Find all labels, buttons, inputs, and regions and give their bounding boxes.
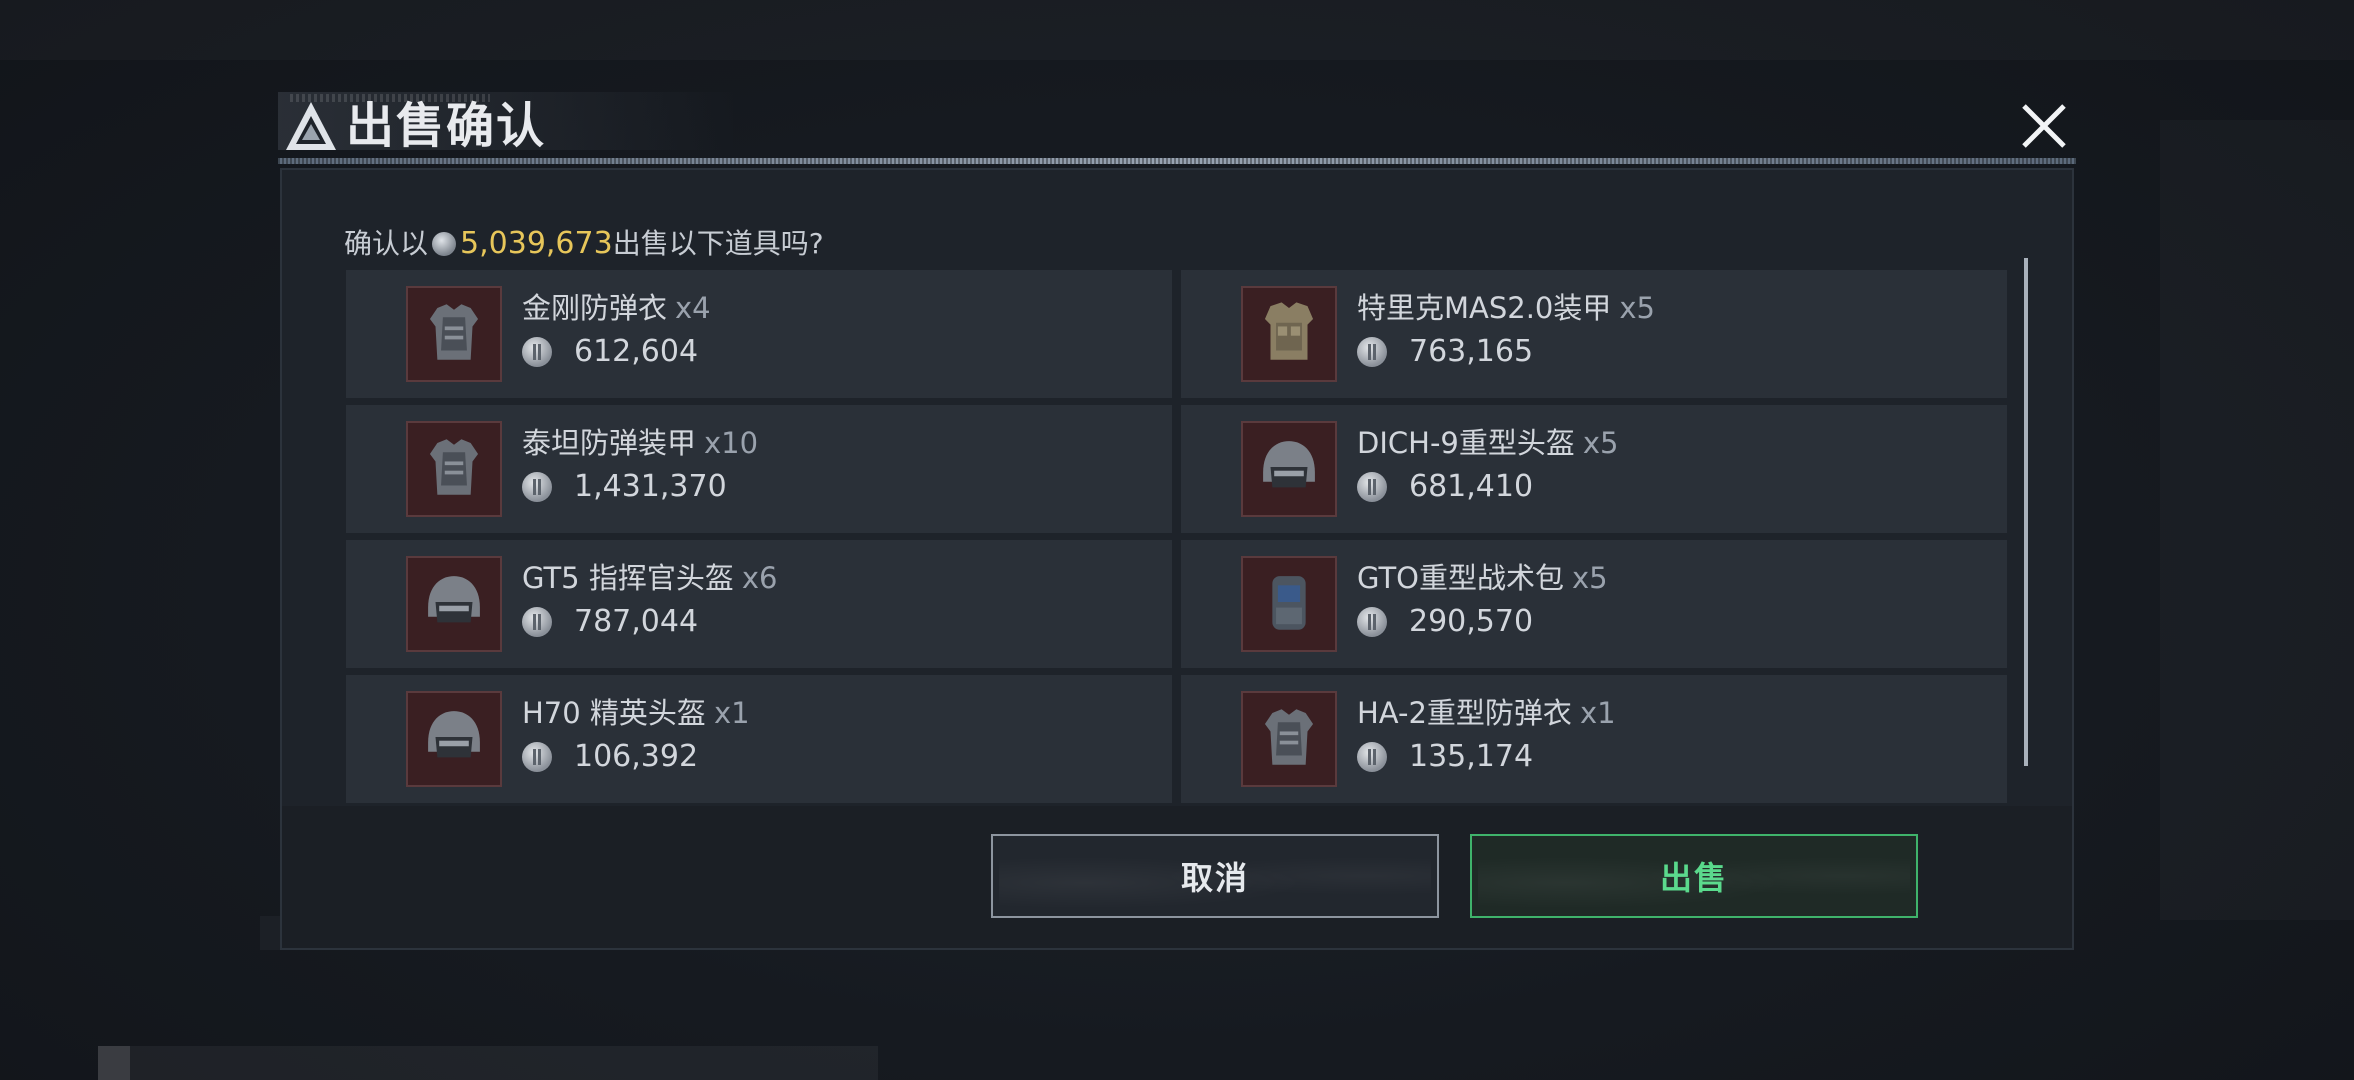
- item-thumbnail: [1241, 691, 1337, 787]
- item-name-text: 特里克MAS2.0装甲: [1357, 291, 1612, 325]
- item-name: H70 精英头盔 x1: [522, 695, 750, 731]
- dialog-title: 出售确认: [346, 98, 547, 154]
- sell-list-item[interactable]: 泰坦防弹装甲 x10 1,431,370: [346, 405, 1172, 533]
- prompt-prefix: 确认以: [344, 227, 429, 260]
- close-icon[interactable]: [2018, 100, 2070, 152]
- item-thumbnail: [1241, 286, 1337, 382]
- currency-coin-icon: [522, 337, 552, 367]
- item-name-text: DICH-9重型头盔: [1357, 426, 1575, 460]
- bottom-status-bar: [98, 1046, 878, 1080]
- background-right: [2160, 120, 2354, 920]
- list-scrollbar[interactable]: [2024, 258, 2028, 766]
- item-name: HA-2重型防弹衣 x1: [1357, 695, 1616, 731]
- sell-item-list[interactable]: 金刚防弹衣 x4 612,604 特里克MAS2.0装甲 x5 763,165 泰坦防弹装甲…: [346, 270, 2026, 868]
- body-armor-icon: [417, 295, 491, 373]
- item-price: 135,174: [1357, 739, 1533, 775]
- helmet-icon: [417, 565, 491, 643]
- currency-coin-icon: [1357, 742, 1387, 772]
- currency-coin-icon: [522, 472, 552, 502]
- item-price-value: 787,044: [574, 604, 699, 639]
- game-logo-icon: [286, 102, 336, 150]
- item-name: 泰坦防弹装甲 x10: [522, 425, 758, 461]
- item-price-value: 290,570: [1409, 604, 1534, 639]
- item-thumbnail: [406, 286, 502, 382]
- item-price: 681,410: [1357, 469, 1533, 505]
- cancel-button[interactable]: 取消: [991, 834, 1439, 918]
- sell-list-item[interactable]: GTO重型战术包 x5 290,570: [1181, 540, 2007, 668]
- currency-coin-icon: [522, 742, 552, 772]
- sell-prompt: 确认以 5,039,673出售以下道具吗?: [344, 226, 824, 262]
- helmet-icon: [417, 700, 491, 778]
- currency-coin-icon: [1357, 607, 1387, 637]
- item-price-value: 135,174: [1409, 739, 1534, 774]
- item-price: 763,165: [1357, 334, 1533, 370]
- item-name: 特里克MAS2.0装甲 x5: [1357, 290, 1655, 326]
- item-thumbnail: [1241, 421, 1337, 517]
- sell-list-item[interactable]: DICH-9重型头盔 x5 681,410: [1181, 405, 2007, 533]
- helmet-icon: [1252, 430, 1326, 508]
- prompt-suffix: 出售以下道具吗?: [612, 227, 824, 260]
- item-name-text: HA-2重型防弹衣: [1357, 696, 1572, 730]
- item-quantity: x4: [675, 291, 711, 325]
- backpack-icon: [1252, 565, 1326, 643]
- item-price-value: 612,604: [574, 334, 699, 369]
- item-price-value: 763,165: [1409, 334, 1534, 369]
- item-name: GT5 指挥官头盔 x6: [522, 560, 777, 596]
- item-name: GTO重型战术包 x5: [1357, 560, 1608, 596]
- item-name-text: GTO重型战术包: [1357, 561, 1564, 595]
- body-armor-icon: [417, 430, 491, 508]
- item-price: 290,570: [1357, 604, 1533, 640]
- item-name-text: 泰坦防弹装甲: [522, 426, 697, 460]
- scrollbar-thumb[interactable]: [2024, 258, 2028, 766]
- sell-list-item[interactable]: GT5 指挥官头盔 x6 787,044: [346, 540, 1172, 668]
- item-quantity: x5: [1582, 426, 1619, 460]
- currency-coin-icon: [522, 607, 552, 637]
- item-price-value: 1,431,370: [574, 469, 727, 504]
- item-quantity: x10: [704, 426, 759, 460]
- item-thumbnail: [406, 556, 502, 652]
- game-screen: 出售确认 确认以 5,039,673出售以下道具吗? 金刚防弹衣 x4 612,604…: [0, 0, 2354, 1080]
- total-price: 5,039,673: [460, 226, 613, 261]
- item-thumbnail: [406, 421, 502, 517]
- body-armor-icon: [1252, 700, 1326, 778]
- item-price-value: 681,410: [1409, 469, 1534, 504]
- sell-list-item[interactable]: 金刚防弹衣 x4 612,604: [346, 270, 1172, 398]
- sell-list-item[interactable]: 特里克MAS2.0装甲 x5 763,165: [1181, 270, 2007, 398]
- background-top: [0, 0, 2354, 60]
- item-name-text: GT5 指挥官头盔: [522, 561, 734, 595]
- item-price: 787,044: [522, 604, 698, 640]
- sell-button-label: 出售: [1659, 859, 1728, 897]
- item-name-text: 金刚防弹衣: [522, 291, 668, 325]
- cancel-button-label: 取消: [1180, 859, 1249, 897]
- item-thumbnail: [1241, 556, 1337, 652]
- item-thumbnail: [406, 691, 502, 787]
- currency-coin-icon: [1357, 472, 1387, 502]
- item-quantity: x5: [1619, 291, 1656, 325]
- item-quantity: x1: [1579, 696, 1616, 730]
- dialog-title-bar: 出售确认: [278, 92, 2076, 164]
- currency-coin-icon: [432, 232, 457, 256]
- item-name-text: H70 精英头盔: [522, 696, 706, 730]
- title-underline: [278, 158, 2076, 164]
- sell-confirm-dialog: 出售确认 确认以 5,039,673出售以下道具吗? 金刚防弹衣 x4 612,604…: [278, 92, 2076, 950]
- item-name: DICH-9重型头盔 x5: [1357, 425, 1618, 461]
- item-quantity: x1: [713, 696, 750, 730]
- currency-coin-icon: [1357, 337, 1387, 367]
- bottom-status-square: [98, 1046, 130, 1080]
- item-quantity: x6: [741, 561, 778, 595]
- item-price-value: 106,392: [574, 739, 699, 774]
- item-price: 612,604: [522, 334, 698, 370]
- sell-button[interactable]: 出售: [1470, 834, 1918, 918]
- item-name: 金刚防弹衣 x4: [522, 290, 711, 326]
- item-price: 1,431,370: [522, 469, 727, 505]
- sell-list-item[interactable]: HA-2重型防弹衣 x1 135,174: [1181, 675, 2007, 803]
- item-quantity: x5: [1571, 561, 1608, 595]
- sell-list-item[interactable]: H70 精英头盔 x1 106,392: [346, 675, 1172, 803]
- item-price: 106,392: [522, 739, 698, 775]
- tactical-vest-icon: [1252, 295, 1326, 373]
